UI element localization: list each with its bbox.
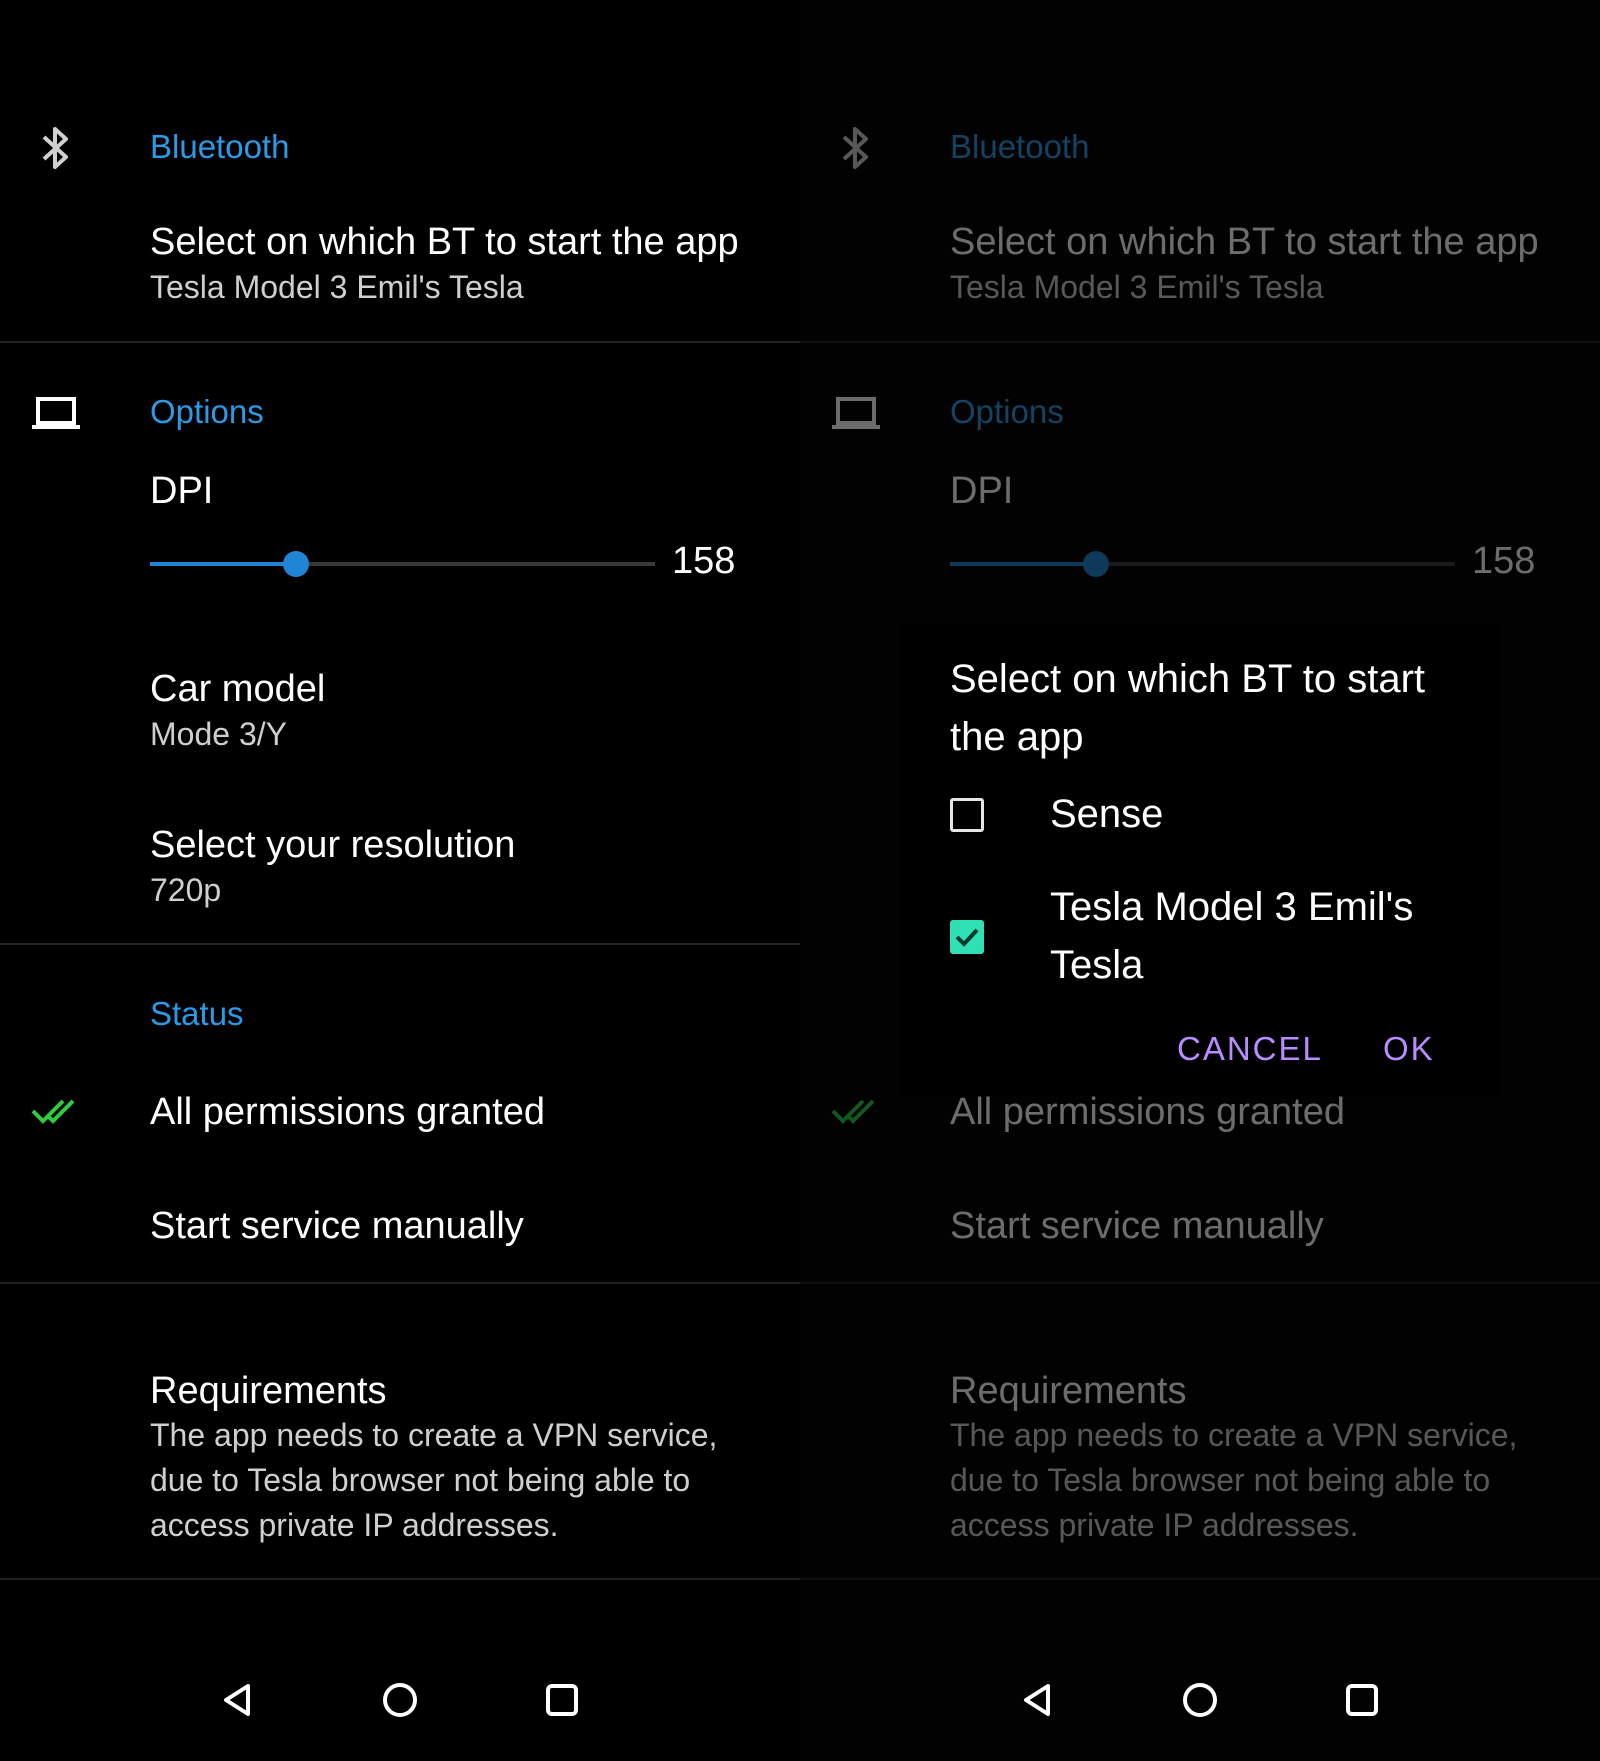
option-label: Sense bbox=[1050, 792, 1164, 836]
bt-pref-value: Tesla Model 3 Emil's Tesla bbox=[150, 269, 524, 305]
double-check-icon bbox=[28, 1083, 84, 1139]
bt-pref-title: Select on which BT to start the app bbox=[950, 221, 1539, 263]
home-circle-icon[interactable] bbox=[1174, 1674, 1226, 1726]
dialog-title: Select on which BT to start the app bbox=[950, 657, 1426, 759]
dpi-slider bbox=[950, 551, 1455, 577]
options-section-title: Options bbox=[950, 393, 1064, 430]
permissions-status: All permissions granted bbox=[950, 1091, 1345, 1133]
dpi-slider-fill bbox=[950, 562, 1097, 566]
home-circle-icon[interactable] bbox=[374, 1674, 426, 1726]
navigation-bar bbox=[800, 1660, 1600, 1740]
dpi-value: 158 bbox=[1472, 540, 1536, 582]
bluetooth-icon bbox=[28, 120, 84, 176]
car-model-title[interactable]: Car model bbox=[150, 668, 325, 711]
laptop-icon bbox=[28, 385, 84, 441]
options-section-title: Options bbox=[150, 393, 264, 430]
dpi-value: 158 bbox=[672, 540, 736, 582]
laptop-icon bbox=[828, 385, 884, 441]
double-check-icon bbox=[828, 1083, 884, 1139]
requirements-description: The app needs to create a VPN service, d… bbox=[950, 1417, 1518, 1543]
checkbox-unchecked[interactable] bbox=[950, 798, 984, 832]
dialog-option-sense[interactable]: Sense bbox=[950, 785, 1470, 845]
bt-select-dialog: Select on which BT to start the app Sens… bbox=[900, 625, 1500, 1095]
divider bbox=[800, 341, 1600, 343]
requirements-description: The app needs to create a VPN service, d… bbox=[150, 1417, 718, 1543]
divider bbox=[800, 1282, 1600, 1284]
bt-pref-title[interactable]: Select on which BT to start the app bbox=[150, 221, 739, 264]
cancel-button[interactable]: CANCEL bbox=[1177, 1030, 1323, 1068]
start-service-button: Start service manually bbox=[950, 1205, 1324, 1247]
requirements-title: Requirements bbox=[150, 1370, 387, 1412]
divider bbox=[0, 1578, 800, 1580]
divider bbox=[0, 1282, 800, 1284]
start-service-button[interactable]: Start service manually bbox=[150, 1205, 524, 1248]
dpi-label: DPI bbox=[950, 470, 1014, 512]
recents-square-icon[interactable] bbox=[1336, 1674, 1388, 1726]
bluetooth-icon bbox=[828, 120, 884, 176]
dialog-option-tesla[interactable]: Tesla Model 3 Emil's Tesla bbox=[950, 878, 1470, 998]
bt-pref-value: Tesla Model 3 Emil's Tesla bbox=[950, 269, 1324, 305]
permissions-status: All permissions granted bbox=[150, 1091, 545, 1133]
dpi-slider-fill bbox=[150, 562, 297, 566]
car-model-value: Mode 3/Y bbox=[150, 716, 287, 752]
dpi-slider-thumb bbox=[1083, 551, 1110, 577]
resolution-title[interactable]: Select your resolution bbox=[150, 824, 515, 867]
divider bbox=[0, 943, 800, 945]
recents-square-icon[interactable] bbox=[536, 1674, 588, 1726]
ok-button[interactable]: OK bbox=[1383, 1030, 1435, 1068]
option-label: Tesla Model 3 Emil's Tesla bbox=[1050, 885, 1414, 987]
bluetooth-section-title: Bluetooth bbox=[150, 128, 290, 165]
settings-panel-left: Bluetooth Select on which BT to start th… bbox=[0, 0, 800, 1761]
navigation-bar bbox=[0, 1660, 800, 1740]
status-section-title: Status bbox=[150, 995, 244, 1032]
resolution-value: 720p bbox=[150, 872, 222, 908]
dpi-label: DPI bbox=[150, 470, 214, 512]
divider bbox=[0, 341, 800, 343]
requirements-title: Requirements bbox=[950, 1370, 1187, 1412]
back-triangle-icon[interactable] bbox=[1012, 1674, 1064, 1726]
dpi-slider[interactable] bbox=[150, 551, 655, 577]
dpi-slider-thumb[interactable] bbox=[283, 551, 310, 577]
back-triangle-icon[interactable] bbox=[212, 1674, 264, 1726]
checkmark-icon bbox=[955, 928, 979, 947]
checkbox-checked[interactable] bbox=[950, 920, 984, 954]
divider bbox=[800, 1578, 1600, 1580]
bluetooth-section-title: Bluetooth bbox=[950, 128, 1090, 165]
